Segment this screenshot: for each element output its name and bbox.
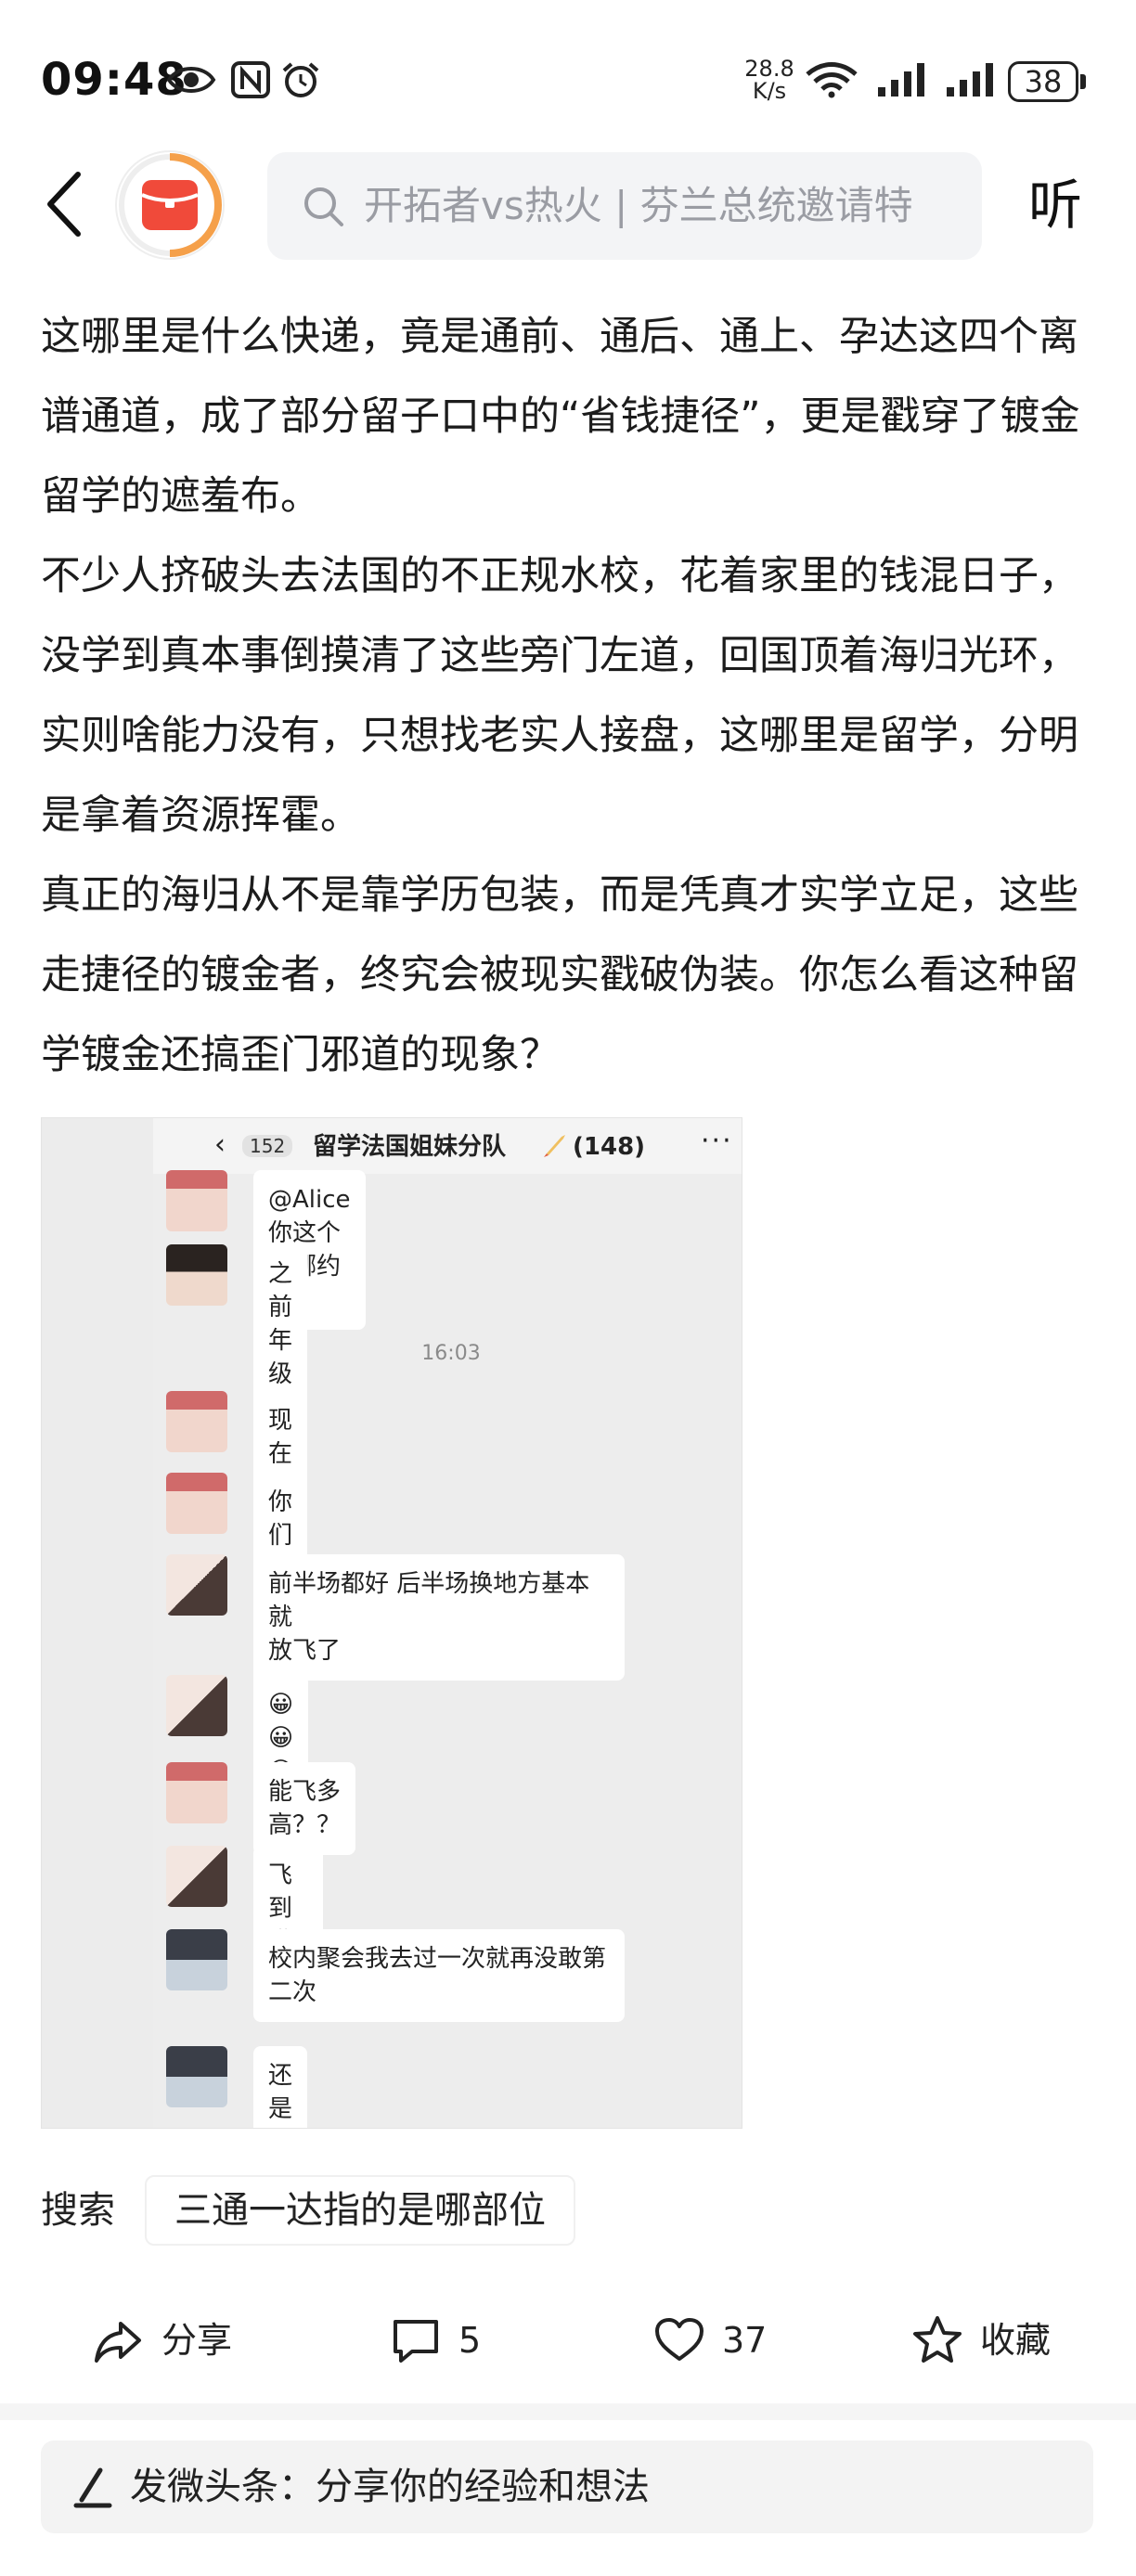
search-placeholder: 开拓者vs热火 | 芬兰总统邀请特	[364, 183, 913, 228]
related-search-chip[interactable]: 三通一达指的是哪部位	[145, 2175, 575, 2246]
star-icon	[913, 2316, 962, 2363]
article-image[interactable]: ‹ 152 留学法国姐妹分队 (148) ··· @Alice 你这个在哪约的?…	[41, 1117, 742, 2129]
avatar	[166, 1244, 227, 1306]
like-count: 37	[722, 2320, 768, 2361]
article-paragraph: 不少人挤破头去法国的不正规水校，花着家里的钱混日子，没学到真本事倒摸清了这些旁门…	[41, 553, 1078, 839]
chat-bubble: 能飞多高？？	[253, 1762, 355, 1855]
net-speed-unit: K/s	[752, 78, 787, 104]
listen-button[interactable]: 听	[1028, 173, 1082, 238]
status-bar: 09:48 28.8 K/s 38	[0, 0, 1136, 139]
search-bar[interactable]: 开拓者vs热火 | 芬兰总统邀请特	[267, 152, 982, 260]
search-icon	[304, 187, 343, 226]
avatar	[166, 1929, 227, 1990]
battery-tip	[1080, 74, 1086, 89]
signal-2-icon	[947, 63, 993, 97]
net-speed: 28.8 K/s	[741, 58, 798, 102]
eye-icon	[166, 67, 216, 93]
avatar	[166, 1762, 227, 1823]
chat-header: ‹ 152 留学法国姐妹分队 (148) ···	[153, 1118, 742, 1174]
chat-bubble: 前半场都好 后半场换地方基本就 放飞了	[253, 1554, 625, 1681]
back-chevron-icon[interactable]	[37, 167, 93, 241]
app-logo[interactable]	[117, 152, 223, 258]
avatar	[166, 1846, 227, 1907]
chat-unread-count: 152	[242, 1135, 293, 1157]
battery-level: 38	[1008, 61, 1078, 102]
comment-icon	[394, 2320, 438, 2363]
rocket-icon	[544, 1135, 565, 1157]
chat-bubble: 还是让他们本地人自己飞吧	[253, 2046, 308, 2128]
comment-count: 5	[458, 2320, 482, 2361]
wifi-icon	[806, 62, 858, 98]
chat-member-count: (148)	[573, 1133, 646, 1161]
article-paragraph: 真正的海归从不是靠学历包装，而是凭真才实学立足，这些走捷径的镀金者，终究会被现实…	[41, 872, 1078, 1078]
chat-title: 留学法国姐妹分队	[313, 1133, 507, 1161]
share-icon	[95, 2322, 141, 2363]
avatar	[166, 1391, 227, 1452]
toutiao-logo-icon	[118, 153, 223, 257]
post-input[interactable]: 发微头条：分享你的经验和想法	[41, 2441, 1093, 2533]
article-body: 这哪里是什么快递，竟是通前、通后、通上、孕达这四个离谱通道，成了部分留子口中的“…	[41, 297, 1099, 1095]
chat-back-icon: ‹	[214, 1128, 226, 1161]
favorite-label: 收藏	[980, 2320, 1052, 2361]
chat-timestamp: 16:03	[421, 1342, 481, 1365]
avatar	[166, 1675, 227, 1736]
pen-icon	[73, 2467, 112, 2508]
chat-screenshot: ‹ 152 留学法国姐妹分队 (148) ··· @Alice 你这个在哪约的?…	[153, 1118, 742, 2128]
article-paragraph: 这哪里是什么快递，竟是通前、通后、通上、孕达这四个离谱通道，成了部分留子口中的“…	[41, 314, 1080, 520]
avatar	[166, 1170, 227, 1231]
heart-icon	[655, 2318, 704, 2361]
post-input-placeholder: 发微头条：分享你的经验和想法	[130, 2466, 650, 2508]
action-bar: 分享 5 37 收藏	[0, 2298, 1136, 2381]
avatar	[166, 1473, 227, 1534]
section-divider	[0, 2403, 1136, 2420]
more-icon: ···	[701, 1125, 733, 1157]
avatar	[166, 2046, 227, 2107]
net-speed-value: 28.8	[744, 56, 794, 82]
signal-1-icon	[878, 63, 924, 97]
avatar	[166, 1554, 227, 1616]
chat-bubble: 校内聚会我去过一次就再没敢第 二次	[253, 1929, 625, 2022]
share-label: 分享	[161, 2320, 233, 2361]
related-search-label: 搜索	[41, 2189, 115, 2232]
nfc-icon	[231, 61, 270, 98]
alarm-icon	[282, 62, 319, 97]
